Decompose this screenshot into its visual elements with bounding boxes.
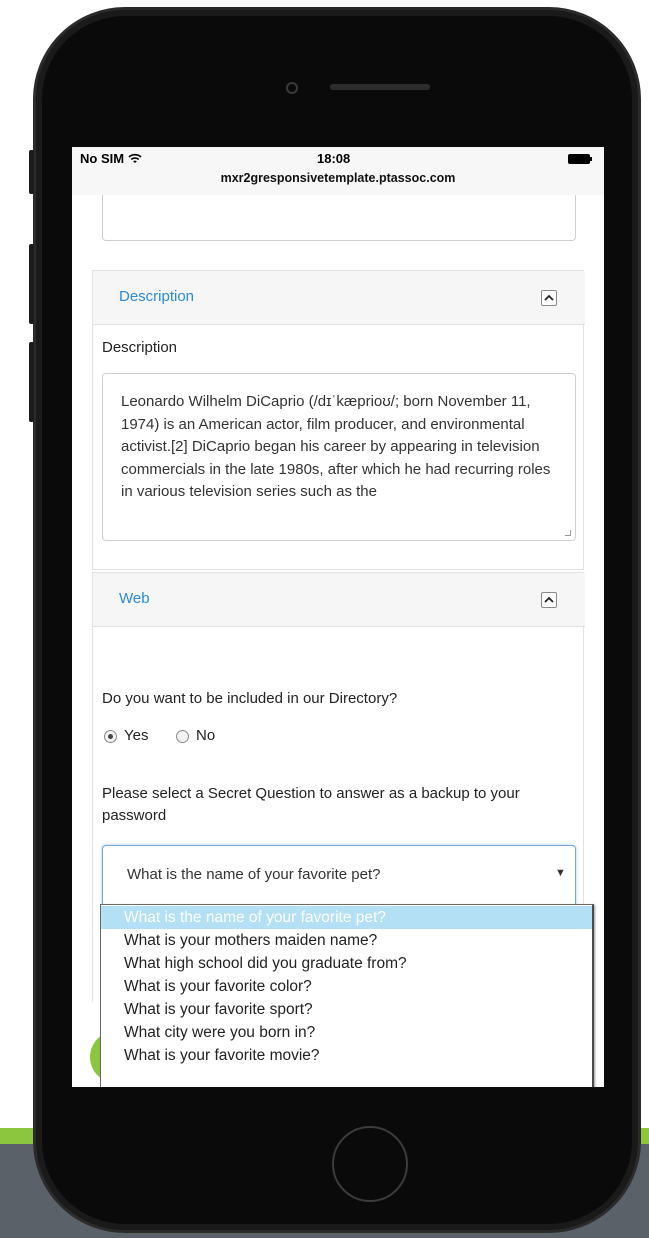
volume-down-button	[29, 342, 34, 422]
directory-question-label: Do you want to be included in our Direct…	[102, 690, 398, 707]
dropdown-option[interactable]: What is your favorite color?	[101, 975, 592, 998]
dropdown-option[interactable]: What is the name of your favorite pet?	[101, 906, 592, 929]
secret-question-selected-value: What is the name of your favorite pet?	[127, 866, 381, 883]
dropdown-option[interactable]: What is your favorite movie?	[101, 1044, 592, 1067]
caret-down-icon[interactable]: ▼	[555, 867, 566, 879]
secret-question-select[interactable]: What is the name of your favorite pet? ▼	[102, 845, 576, 907]
radio-no-label[interactable]: No	[196, 727, 215, 744]
radio-no[interactable]	[176, 730, 189, 743]
mute-switch	[29, 150, 34, 194]
secret-question-label: Please select a Secret Question to answe…	[102, 785, 520, 824]
status-bar: No SIM 18:08 mxr2gresponsivetemplate.pta…	[72, 147, 604, 195]
home-button[interactable]	[332, 1126, 408, 1202]
dropdown-option[interactable]: What is your favorite sport?	[101, 998, 592, 1021]
chevron-up-icon[interactable]	[541, 290, 557, 306]
description-textarea[interactable]: Leonardo Wilhelm DiCaprio (/dɪˈkæprioʊ/;…	[102, 373, 576, 541]
page-content[interactable]: Description Description Leonardo Wilhelm…	[72, 195, 604, 1087]
phone-screen: No SIM 18:08 mxr2gresponsivetemplate.pta…	[72, 147, 604, 1087]
carrier-status: No SIM	[80, 151, 142, 166]
web-panel-header[interactable]: Web	[93, 573, 585, 627]
description-panel-title[interactable]: Description	[119, 288, 194, 305]
radio-yes[interactable]	[104, 730, 117, 743]
page: No SIM 18:08 mxr2gresponsivetemplate.pta…	[0, 0, 649, 1238]
front-camera	[286, 82, 298, 94]
resize-handle-icon[interactable]	[565, 530, 571, 536]
web-panel-title[interactable]: Web	[119, 590, 150, 607]
previous-text-field[interactable]	[102, 195, 576, 241]
secret-question-dropdown-list[interactable]: What is the name of your favorite pet? W…	[100, 904, 594, 1087]
radio-yes-label[interactable]: Yes	[124, 727, 148, 744]
clock: 18:08	[317, 151, 351, 166]
dropdown-option[interactable]: What is your mothers maiden name?	[101, 929, 592, 952]
chevron-up-icon[interactable]	[541, 592, 557, 608]
address-bar-url[interactable]: mxr2gresponsivetemplate.ptassoc.com	[72, 171, 604, 185]
wifi-icon	[128, 153, 142, 163]
battery-icon	[568, 154, 592, 164]
description-panel-header[interactable]: Description	[93, 271, 585, 325]
description-text: Leonardo Wilhelm DiCaprio (/dɪˈkæprioʊ/;…	[121, 393, 551, 501]
dropdown-option[interactable]: What high school did you graduate from?	[101, 952, 592, 975]
dropdown-option[interactable]: What city were you born in?	[101, 1021, 592, 1044]
volume-up-button	[29, 244, 34, 324]
description-field-label: Description	[102, 339, 178, 356]
earpiece-speaker	[330, 84, 430, 90]
